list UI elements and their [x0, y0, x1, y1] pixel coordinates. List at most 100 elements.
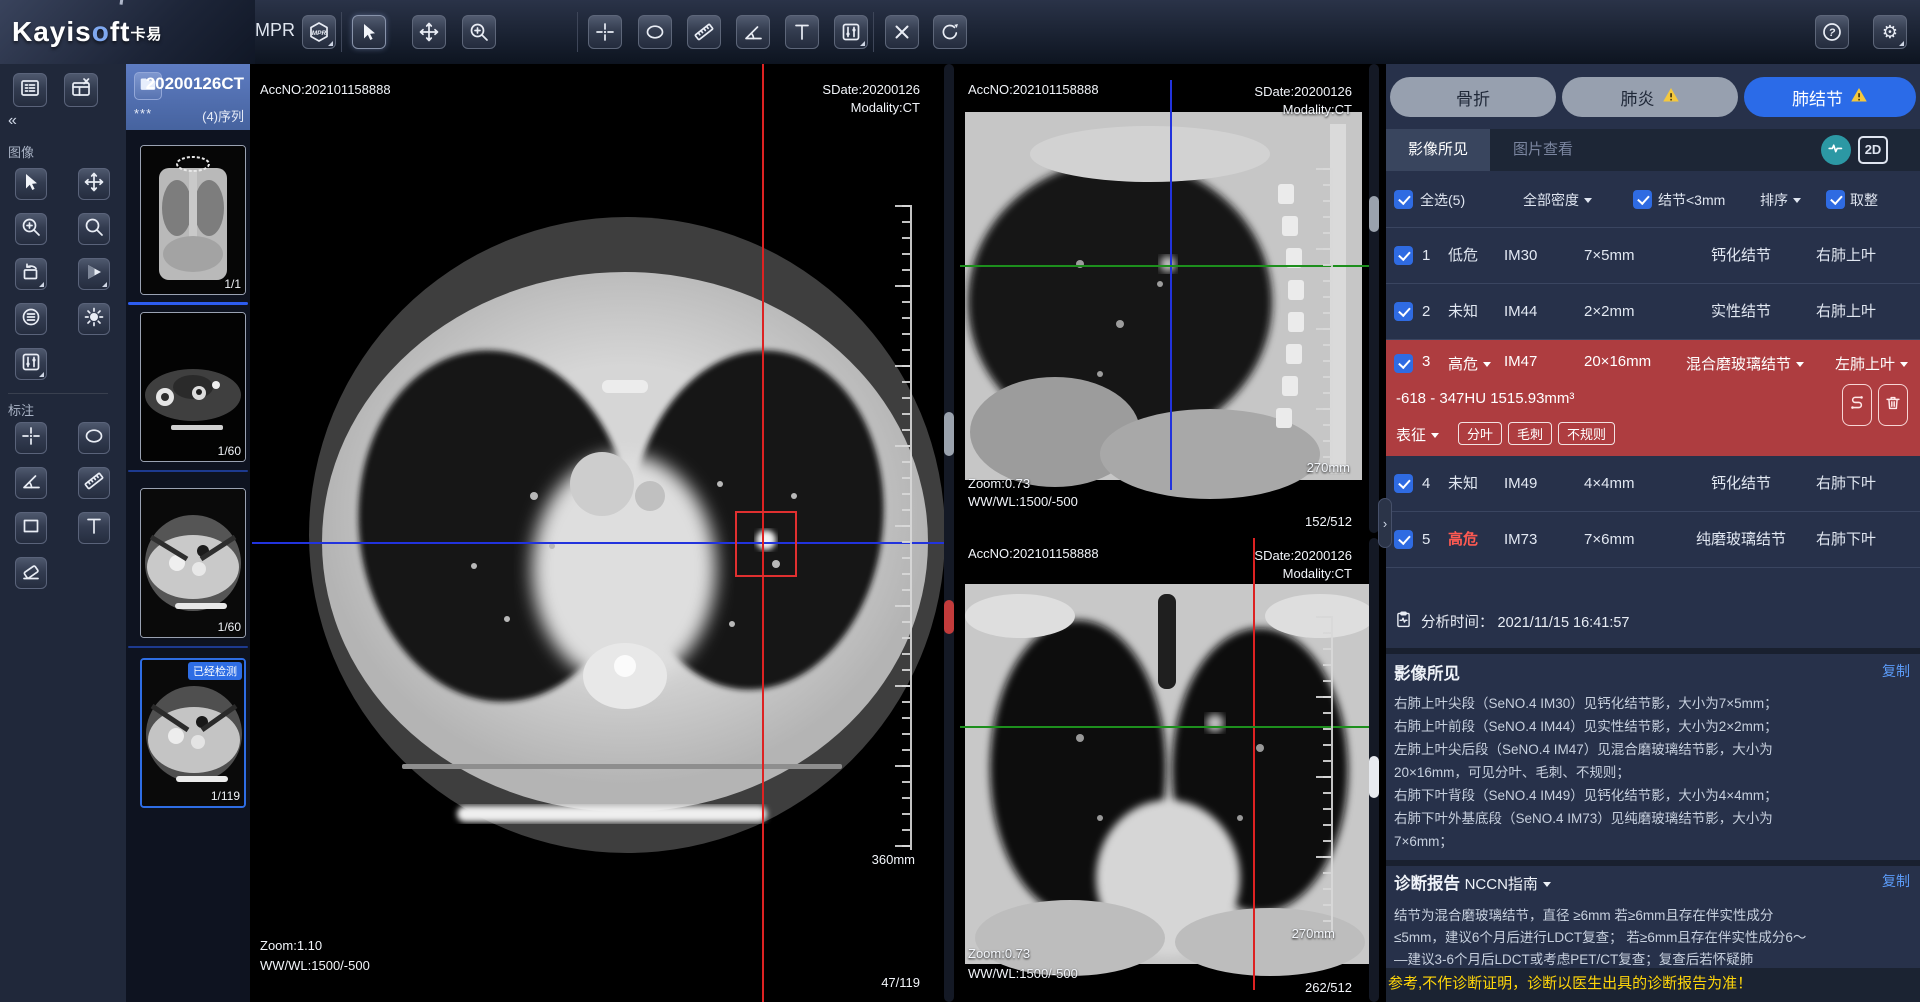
study-header[interactable]: 20200126CT *** (4)序列 [126, 64, 250, 130]
coronal-viewport[interactable]: AccNO:202101158888 SDate:20200126 Modali… [960, 538, 1380, 1002]
thumbnail-series-2[interactable]: 1/60 [140, 312, 246, 462]
nodule-checkbox[interactable] [1394, 302, 1413, 321]
delete-annotation-button[interactable] [885, 15, 919, 49]
thumbnail-series-3[interactable]: 1/60 [140, 488, 246, 638]
rotate-ccw-icon [939, 21, 961, 43]
features-dropdown[interactable]: 表征 [1396, 424, 1439, 445]
nodule-risk-dropdown[interactable]: 高危 [1448, 353, 1491, 374]
round-label[interactable]: 取整 [1850, 190, 1878, 210]
collapse-ai-panel-button[interactable]: › [1378, 498, 1392, 548]
series-list-button[interactable] [13, 73, 47, 107]
sb-zoom-in-tool[interactable] [15, 213, 47, 245]
feature-tag[interactable]: 毛刺 [1508, 422, 1552, 445]
ellipse-tool-button[interactable] [638, 15, 672, 49]
sb-flip-tool[interactable] [78, 258, 110, 290]
crosshair-horizontal-blue[interactable] [252, 542, 944, 544]
sagittal-scrollbar-track[interactable] [1369, 64, 1379, 533]
sb-ellipse-annot[interactable] [78, 422, 110, 454]
crosshair-horizontal-green[interactable] [960, 265, 1375, 267]
select-all-checkbox[interactable] [1394, 190, 1413, 209]
nodule-size: 7×6mm [1584, 512, 1634, 568]
reset-rotate-button[interactable] [933, 15, 967, 49]
ruler-tool-button[interactable] [687, 15, 721, 49]
sagittal-viewport[interactable]: AccNO:202101158888 SDate:20200126 Modali… [960, 64, 1380, 533]
delete-nodule-button[interactable] [1878, 384, 1908, 426]
nodule-checkbox[interactable] [1394, 474, 1413, 493]
sb-angle-annot[interactable] [15, 467, 47, 499]
nodule-row-1[interactable]: 1 低危 IM30 7×5mm 钙化结节 右肺上叶 [1386, 228, 1920, 284]
nodule-checkbox[interactable] [1394, 530, 1413, 549]
sb-pointer-tool[interactable] [15, 168, 47, 200]
thumbnail-series-4-detected[interactable]: 已经检测 1/119 [140, 658, 246, 808]
trash-icon [1883, 393, 1903, 417]
feature-tag[interactable]: 分叶 [1458, 422, 1502, 445]
crosshair-vertical-blue[interactable] [1170, 80, 1172, 490]
help-button[interactable]: ? [1815, 15, 1849, 49]
nodule-row-4[interactable]: 4 未知 IM49 4×4mm 钙化结节 右肺下叶 [1386, 456, 1920, 512]
crosshair-vertical-red[interactable] [1253, 538, 1255, 990]
section-divider [1386, 860, 1920, 866]
copy-findings-link[interactable]: 复制 [1882, 661, 1910, 681]
sb-magnify-tool[interactable] [78, 213, 110, 245]
nodule-location-dropdown[interactable]: 左肺上叶 [1835, 353, 1908, 374]
thumbnail-scout[interactable]: 1/1 [140, 145, 246, 295]
follow-curve-button[interactable] [1842, 384, 1872, 426]
nodule-image-no: IM73 [1504, 512, 1537, 568]
round-checkbox[interactable] [1826, 190, 1845, 209]
disease-tab-fracture[interactable]: 骨折 [1390, 77, 1556, 117]
sb-text-annot[interactable] [78, 512, 110, 544]
pan-tool-button[interactable] [412, 15, 446, 49]
sb-eraser-annot[interactable] [15, 557, 47, 589]
small-nodule-label[interactable]: 结节<3mm [1658, 190, 1725, 210]
sb-rotate-tool[interactable] [15, 258, 47, 290]
mpr-layout-button[interactable]: MPR [302, 15, 336, 49]
sb-rect-annot[interactable] [15, 512, 47, 544]
nodule-row-3-selected[interactable]: 3 高危 IM47 20×16mm 混合磨玻璃结节 左肺上叶 -618 - 34… [1386, 340, 1920, 456]
angle-tool-button[interactable] [736, 15, 770, 49]
disease-tab-lung-nodule[interactable]: 肺结节 [1744, 77, 1916, 117]
density-filter-dropdown[interactable]: 全部密度 [1523, 190, 1592, 210]
nodule-roi-box[interactable] [735, 511, 797, 577]
report-chat-button[interactable] [1821, 135, 1851, 165]
sagittal-scrollbar-handle[interactable] [1369, 196, 1379, 232]
levels-sliders-icon [840, 21, 862, 43]
axial-scrollbar-handle[interactable] [944, 412, 954, 456]
pointer-tool-button[interactable] [352, 15, 386, 49]
nodule-row-5[interactable]: 5 高危 IM73 7×6mm 纯磨玻璃结节 右肺下叶 [1386, 512, 1920, 568]
axial-reference-handle[interactable] [944, 600, 954, 634]
sb-ruler-annot[interactable] [78, 467, 110, 499]
nodule-type-dropdown[interactable]: 混合磨玻璃结节 [1686, 353, 1804, 374]
coronal-scrollbar-handle[interactable] [1369, 756, 1379, 798]
settings-button[interactable]: ⚙ [1873, 15, 1907, 49]
sb-preset-window-tool[interactable] [15, 303, 47, 335]
toolbar-divider [577, 12, 578, 52]
axial-viewport[interactable]: AccNO:202101158888 SDate:20200126 Modali… [252, 64, 955, 1002]
small-nodule-checkbox[interactable] [1633, 190, 1652, 209]
close-layout-button[interactable] [64, 73, 98, 107]
2d-view-button[interactable]: 2D [1858, 136, 1888, 164]
select-all-label[interactable]: 全选(5) [1420, 190, 1465, 210]
crosshair-tool-button[interactable] [588, 15, 622, 49]
guideline-dropdown[interactable]: NCCN指南 [1465, 876, 1551, 893]
axial-scrollbar-track[interactable] [944, 64, 954, 1002]
collapse-sidebar-button[interactable]: « [8, 112, 17, 130]
sb-levels-tool[interactable] [15, 348, 47, 380]
nodule-row-2[interactable]: 2 未知 IM44 2×2mm 实性结节 右肺上叶 [1386, 284, 1920, 340]
nodule-checkbox[interactable] [1394, 354, 1413, 373]
sb-pan-tool[interactable] [78, 168, 110, 200]
text-tool-button[interactable] [785, 15, 819, 49]
sort-dropdown[interactable]: 排序 [1760, 190, 1801, 210]
zoom-tool-button[interactable] [462, 15, 496, 49]
tab-image-view[interactable]: 图片查看 [1498, 129, 1588, 171]
zoom-in-icon [468, 21, 490, 43]
disease-tab-pneumonia[interactable]: 肺炎 [1562, 77, 1738, 117]
text-t-icon [791, 21, 813, 43]
feature-tag[interactable]: 不规则 [1558, 422, 1615, 445]
sb-crosshair-annot[interactable] [15, 422, 47, 454]
nodule-checkbox[interactable] [1394, 246, 1413, 265]
window-level-button[interactable] [834, 15, 868, 49]
tab-findings[interactable]: 影像所见 [1386, 129, 1490, 171]
copy-report-link[interactable]: 复制 [1882, 871, 1910, 891]
disease-tab-label: 骨折 [1456, 85, 1490, 110]
sb-brightness-tool[interactable] [78, 303, 110, 335]
